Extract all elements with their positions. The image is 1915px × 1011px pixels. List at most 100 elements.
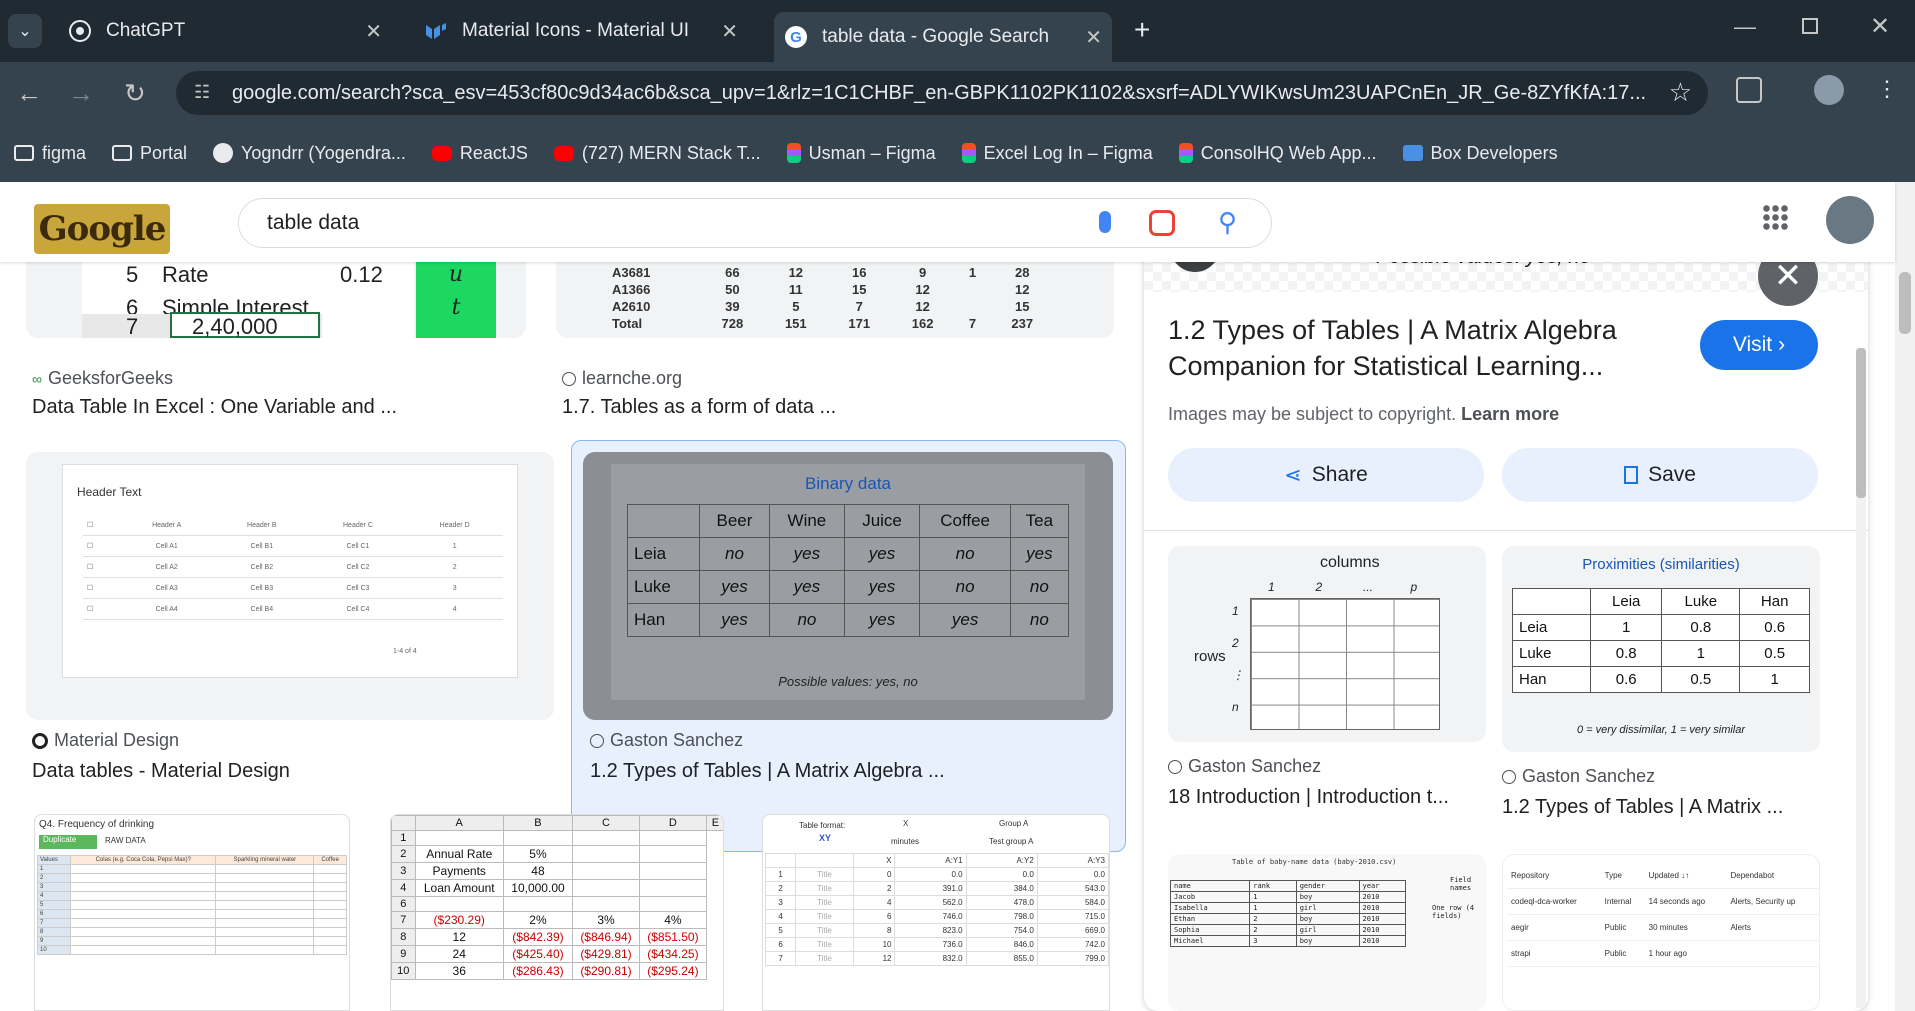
result-source[interactable]: Gaston Sanchez <box>590 730 743 751</box>
tab-material-icons[interactable]: Material Icons - Material UI ✕ <box>412 12 748 50</box>
save-button[interactable]: Save <box>1502 448 1818 502</box>
table-cell <box>954 298 990 315</box>
scrollbar-thumb[interactable] <box>1899 272 1911 334</box>
site-info-icon[interactable]: ☷ <box>194 82 210 103</box>
table-cell: Title <box>795 923 854 938</box>
table-header-row: ABCDE <box>391 815 723 831</box>
profile-avatar[interactable] <box>1814 75 1844 105</box>
table-cell <box>313 936 347 946</box>
table-cell: 823.0 <box>894 923 967 938</box>
result-title[interactable]: 1.2 Types of Tables | A Matrix Algebra .… <box>590 760 945 783</box>
close-icon[interactable]: ✕ <box>1085 25 1102 50</box>
table-cell <box>572 879 640 897</box>
page-scrollbar[interactable] <box>1895 182 1915 1011</box>
close-icon[interactable]: ✕ <box>365 19 382 44</box>
related-image-proximities[interactable]: Proximities (similarities) Leia Luke Han Le… <box>1502 546 1820 752</box>
result-source[interactable]: Gaston Sanchez <box>1168 756 1321 777</box>
bookmark-reactjs[interactable]: ReactJS <box>431 143 528 164</box>
table-cell: 0.8 <box>1590 640 1663 667</box>
minimize-button[interactable]: — <box>1734 14 1756 40</box>
result-source[interactable]: Gaston Sanchez <box>1502 766 1655 787</box>
learn-more-link[interactable]: Learn more <box>1461 404 1559 424</box>
bookmark-box[interactable]: Box Developers <box>1402 143 1558 164</box>
result-title[interactable]: 1.7. Tables as a form of data ... <box>562 396 836 419</box>
table-header-text: Header Text <box>77 485 142 499</box>
result-source[interactable]: ∞ GeeksforGeeks <box>32 368 173 389</box>
result-title[interactable]: Data Table In Excel : One Variable and .… <box>32 396 397 419</box>
menu-icon[interactable]: ⋮ <box>1876 76 1898 102</box>
result-source[interactable]: learnche.org <box>562 368 682 389</box>
data-table: Values Colas (e.g. Coca Cola, Pepsi Max)?… <box>36 855 347 955</box>
table-cell: 3 <box>406 577 503 599</box>
new-tab-button[interactable]: + <box>1134 14 1150 46</box>
table-cell <box>638 896 707 912</box>
result-title[interactable]: 1.2 Types of Tables | A Matrix ... <box>1502 796 1783 819</box>
row-number: n <box>1232 700 1239 714</box>
result-image-binary-data[interactable]: Binary data Beer Wine Juice Coffee Tea Leia no… <box>583 452 1113 720</box>
table-cell: Sparkling mineral water <box>215 855 315 865</box>
cell: 5 <box>126 262 139 287</box>
address-bar[interactable]: ☷ google.com/search?sca_esv=453cf80c9d34… <box>176 71 1708 115</box>
result-source[interactable]: Material Design <box>32 730 179 751</box>
table-cell: 391.0 <box>894 881 967 896</box>
table-cell: 12 <box>788 265 804 280</box>
table-row: 7 Title 12 832.0 855.0 799.0 <box>764 951 1109 966</box>
bookmark-excel-figma[interactable]: Excel Log In – Figma <box>961 143 1153 164</box>
bookmark-usman-figma[interactable]: Usman – Figma <box>786 143 936 164</box>
close-window-button[interactable]: ✕ <box>1870 12 1890 41</box>
box-icon <box>1402 145 1423 161</box>
divider <box>1144 530 1868 531</box>
share-button[interactable]: ⋖ Share <box>1168 448 1484 502</box>
result-image-loan[interactable]: A B C D E 1 2 Annual Rate 5% 3 Payments 48 4 Loan Amo… <box>390 814 724 1011</box>
result-title[interactable]: Data tables - Material Design <box>32 760 290 783</box>
tab-search-button[interactable]: ⌄ <box>8 14 42 48</box>
bookmark-figma[interactable]: figma <box>14 143 86 164</box>
result-image-geeksforgeeks[interactable]: 5 Rate 0.12 6 Simple Interest 7 2,40,000 ut <box>26 262 526 338</box>
tab-google-search[interactable]: G table data - Google Search ✕ <box>774 12 1112 62</box>
table-cell: girl <box>1295 924 1360 936</box>
result-image-xy-table[interactable]: Table format: XY X Group A minutes Test … <box>762 814 1110 1011</box>
google-doodle-logo[interactable]: Google <box>34 204 170 254</box>
search-input[interactable]: table data <box>267 211 359 235</box>
scrollbar-thumb[interactable] <box>1856 348 1866 498</box>
restore-button[interactable] <box>1802 18 1818 34</box>
table-cell: ($425.40) <box>502 945 574 963</box>
bookmark-consolhq[interactable]: ConsolHQ Web App... <box>1178 143 1377 164</box>
account-avatar[interactable] <box>1826 196 1874 244</box>
apps-grid-icon[interactable] <box>1762 204 1790 232</box>
tab-chatgpt[interactable]: ChatGPT ✕ <box>56 12 392 50</box>
bookmark-github[interactable]: Yogndrr (Yogendra... <box>213 143 406 164</box>
search-box[interactable]: table data ⚲ <box>238 198 1272 248</box>
image-preview-panel: Possible values: yes, no ✕ 1.2 Types of … <box>1144 236 1868 1011</box>
mic-icon[interactable] <box>1099 211 1111 233</box>
table-cell: 5 <box>792 299 800 314</box>
table-cell: ☐ <box>83 535 120 557</box>
result-image-frequency[interactable]: Q4. Frequency of drinking Duplicate RAW … <box>34 814 350 1011</box>
close-icon[interactable]: ✕ <box>721 19 738 44</box>
visit-button[interactable]: Visit › <box>1700 320 1818 370</box>
extensions-icon[interactable] <box>1736 77 1762 103</box>
lens-icon[interactable] <box>1149 210 1175 236</box>
table-cell: ($434.25) <box>638 945 707 963</box>
related-image-rows-columns[interactable]: columns 1 2... p rows 1 2 ⋮ n <box>1168 546 1486 742</box>
back-icon[interactable]: ← <box>16 78 42 109</box>
result-image-material[interactable]: Header Text ☐ Header A Header B Header C Hea… <box>26 452 554 720</box>
panel-scrollbar[interactable] <box>1856 348 1866 1008</box>
table-cell: 5 <box>764 923 797 938</box>
table-cell: Loan Amount <box>414 879 504 897</box>
search-icon[interactable]: ⚲ <box>1218 207 1237 238</box>
forward-icon[interactable]: → <box>68 78 94 109</box>
result-image-learnche[interactable]: A3681 66 12 16 9 1 28 A1366 50 11 15 12 12 A2610 39 5 7 1… <box>556 262 1114 338</box>
related-image-repositories[interactable]: Repository Type Updated ↓↑ Dependabot codeql… <box>1502 854 1820 1011</box>
source-label: Material Design <box>54 730 180 750</box>
table-caption: Table of baby-name data (baby-2010.csv) <box>1232 858 1397 866</box>
share-icon: ⋖ <box>1284 463 1302 487</box>
bookmark-star-icon[interactable]: ☆ <box>1660 77 1692 108</box>
panel-title[interactable]: 1.2 Types of Tables | A Matrix Algebra C… <box>1168 312 1618 384</box>
bookmark-portal[interactable]: Portal <box>112 143 187 164</box>
reload-icon[interactable]: ↻ <box>124 78 146 109</box>
bookmark-mern[interactable]: (727) MERN Stack T... <box>553 143 761 164</box>
table-cell: Cell C4 <box>309 598 407 620</box>
related-image-baby-names[interactable]: Table of baby-name data (baby-2010.csv) … <box>1168 854 1486 1011</box>
result-title[interactable]: 18 Introduction | Introduction t... <box>1168 786 1449 809</box>
